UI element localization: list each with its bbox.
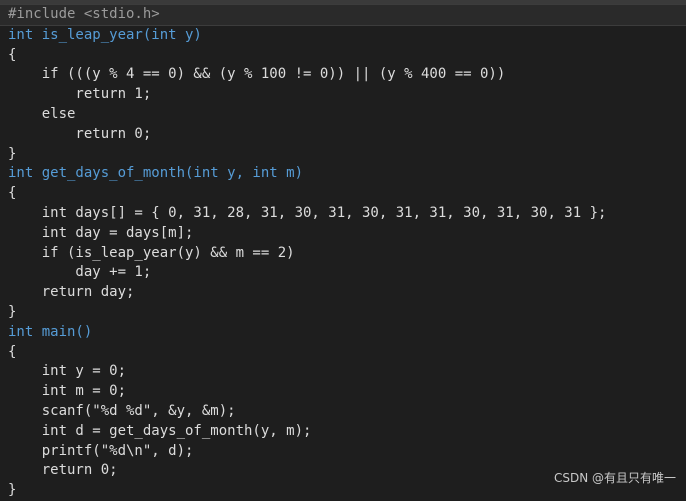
code-line[interactable]: int m = 0; (0, 382, 686, 402)
code-line[interactable]: { (0, 343, 686, 363)
code-line-text: return day; (8, 284, 135, 301)
code-line-text: } (8, 145, 17, 162)
code-line[interactable]: printf("%d\n", d); (0, 442, 686, 462)
code-line[interactable]: return day; (0, 283, 686, 303)
code-line[interactable]: int main() (0, 323, 686, 343)
code-line-text: return 0; (8, 125, 152, 142)
code-line-text: { (8, 185, 17, 202)
code-line[interactable]: return 1; (0, 85, 686, 105)
code-line-text: return 0; (8, 462, 118, 479)
code-line-text: if (((y % 4 == 0) && (y % 100 != 0)) || … (8, 66, 506, 83)
code-line[interactable]: else (0, 105, 686, 125)
code-line-text: int main() (8, 323, 93, 340)
code-line[interactable]: int get_days_of_month(int y, int m) (0, 164, 686, 184)
code-line[interactable]: { (0, 46, 686, 66)
code-line-text: scanf("%d %d", &y, &m); (8, 402, 236, 419)
code-line[interactable]: if (((y % 4 == 0) && (y % 100 != 0)) || … (0, 65, 686, 85)
code-line-text: if (is_leap_year(y) && m == 2) (8, 244, 295, 261)
code-line-text: int get_days_of_month(int y, int m) (8, 165, 304, 182)
code-line[interactable]: return 0; (0, 125, 686, 145)
code-line[interactable]: { (0, 184, 686, 204)
code-line-text: { (8, 46, 17, 63)
code-line[interactable]: int days[] = { 0, 31, 28, 31, 30, 31, 30… (0, 204, 686, 224)
code-line-text: int days[] = { 0, 31, 28, 31, 30, 31, 30… (8, 204, 607, 221)
code-line-text: else (8, 105, 76, 122)
csdn-watermark: CSDN @有且只有唯一 (551, 468, 678, 487)
code-line-text: #include <stdio.h> (8, 6, 160, 22)
code-line-text: } (8, 303, 17, 320)
code-line[interactable]: day += 1; (0, 263, 686, 283)
code-line-text: int is_leap_year(int y) (8, 26, 202, 43)
code-line-text: day += 1; (8, 264, 152, 281)
code-line[interactable]: } (0, 145, 686, 165)
code-line[interactable]: if (is_leap_year(y) && m == 2) (0, 244, 686, 264)
code-line-text: int d = get_days_of_month(y, m); (8, 422, 312, 439)
code-line-text: } (8, 482, 17, 499)
code-line[interactable]: int is_leap_year(int y) (0, 26, 686, 46)
code-line-text: int day = days[m]; (8, 224, 194, 241)
code-line-text: printf("%d\n", d); (8, 442, 194, 459)
code-editor[interactable]: #include <stdio.h> int is_leap_year(int … (0, 4, 686, 501)
code-line[interactable]: int d = get_days_of_month(y, m); (0, 422, 686, 442)
code-line-text: { (8, 343, 17, 360)
code-line[interactable]: scanf("%d %d", &y, &m); (0, 402, 686, 422)
code-line[interactable]: int day = days[m]; (0, 224, 686, 244)
code-line-text: int y = 0; (8, 363, 127, 380)
code-line-text: int m = 0; (8, 383, 127, 400)
code-line[interactable]: #include <stdio.h> (0, 4, 686, 26)
code-line[interactable]: int y = 0; (0, 362, 686, 382)
code-line[interactable]: } (0, 303, 686, 323)
code-line-text: return 1; (8, 86, 152, 103)
